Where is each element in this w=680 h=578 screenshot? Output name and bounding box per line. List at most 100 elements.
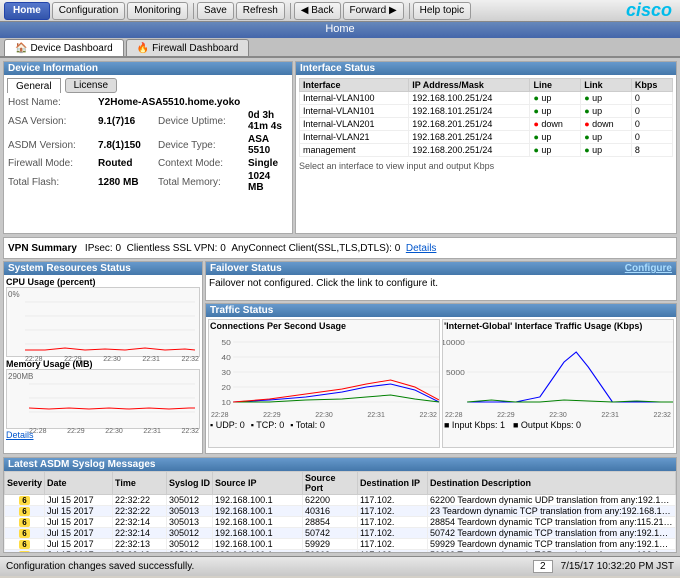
system-resources-title: System Resources Status xyxy=(4,262,202,275)
vpn-title: VPN Summary xyxy=(8,243,77,254)
syslog-panel: Latest ASDM Syslog Messages Severity Dat… xyxy=(3,457,677,553)
context-mode-label: Context Mode: xyxy=(157,157,247,170)
device-info-panel: Device Information General License Host … xyxy=(3,61,293,234)
asdm-version-label: ASDM Version: xyxy=(7,133,97,157)
cisco-logo: cisco xyxy=(626,0,676,21)
total-label: ▪ Total: 0 xyxy=(290,420,325,430)
col-syslog-id: Syslog ID xyxy=(167,472,213,495)
col-date: Date xyxy=(45,472,113,495)
save-button[interactable]: Save xyxy=(197,2,234,20)
col-dst-ip: Destination IP xyxy=(358,472,428,495)
col-link: Link xyxy=(581,79,632,92)
help-button[interactable]: Help topic xyxy=(413,2,471,20)
asa-version-value: 9.1(7)16 xyxy=(97,109,157,133)
context-mode-value: Single xyxy=(247,157,289,170)
failover-panel: Failover Status Configure Failover not c… xyxy=(205,261,677,301)
interface-row[interactable]: Internal-VLAN101 192.168.101.251/24 ● up… xyxy=(300,105,673,118)
svg-text:5000: 5000 xyxy=(446,369,466,377)
syslog-row[interactable]: 6 Jul 15 2017 22:32:22 305012 192.168.10… xyxy=(5,495,676,506)
traffic-title: Traffic Status xyxy=(206,304,676,317)
cpu-time-3: 22:30 xyxy=(103,356,121,363)
license-tab[interactable]: License xyxy=(65,78,117,93)
tab-firewall-dashboard[interactable]: 🔥 Firewall Dashboard xyxy=(126,39,250,56)
home-button[interactable]: Home xyxy=(4,2,50,20)
cpu-title: CPU Usage (percent) xyxy=(6,277,200,287)
total-flash-label: Total Flash: xyxy=(7,170,97,194)
firewall-mode-label: Firewall Mode: xyxy=(7,157,97,170)
total-flash-value: 1280 MB xyxy=(97,170,157,194)
ssl-label: Clientless SSL VPN: xyxy=(127,243,218,254)
conn-title: Connections Per Second Usage xyxy=(209,320,439,332)
intf-traffic-title: 'Internet-Global' Interface Traffic Usag… xyxy=(443,320,673,332)
device-type-label: Device Type: xyxy=(157,133,247,157)
tcp-label: ▪ TCP: 0 xyxy=(251,420,285,430)
uptime-label: Device Uptime: xyxy=(157,109,247,133)
syslog-title: Latest ASDM Syslog Messages xyxy=(4,458,676,471)
forward-button[interactable]: Forward ▶ xyxy=(343,2,404,20)
col-interface: Interface xyxy=(300,79,409,92)
svg-text:40: 40 xyxy=(221,354,231,362)
udp-label: ▪ UDP: 0 xyxy=(210,420,245,430)
mem-value: 290MB xyxy=(8,372,33,381)
ssl-value: 0 xyxy=(220,243,226,254)
svg-text:50: 50 xyxy=(221,339,231,347)
any-value: 0 xyxy=(395,243,401,254)
total-memory-label: Total Memory: xyxy=(157,170,247,194)
col-ip: IP Address/Mask xyxy=(409,79,530,92)
syslog-row[interactable]: 6 Jul 15 2017 22:32:22 305013 192.168.10… xyxy=(5,506,676,517)
interface-hint: Select an interface to view input and ou… xyxy=(299,161,673,171)
hostname-value: Y2Home-ASA5510.home.yoko xyxy=(97,96,289,109)
output-kbps-label: ■ Output Kbps: 0 xyxy=(513,420,581,430)
col-time: Time xyxy=(113,472,167,495)
home-icon: 🏠 xyxy=(15,43,27,54)
svg-text:20: 20 xyxy=(221,384,231,392)
system-resources-panel: System Resources Status CPU Usage (perce… xyxy=(3,261,203,454)
asdm-version-value: 7.8(1)150 xyxy=(97,133,157,157)
ipv6-label: IPsec: xyxy=(85,243,113,254)
statusbar: Configuration changes saved successfully… xyxy=(0,556,680,576)
ipv6-value: 0 xyxy=(116,243,122,254)
interface-table: Interface IP Address/Mask Line Link Kbps… xyxy=(299,78,673,157)
details-link[interactable]: Details xyxy=(406,243,437,254)
cpu-time-4: 22:31 xyxy=(142,356,160,363)
traffic-status-panel: Traffic Status Connections Per Second Us… xyxy=(205,303,677,454)
interface-status-panel: Interface Status Interface IP Address/Ma… xyxy=(295,61,677,234)
syslog-row[interactable]: 6 Jul 15 2017 22:32:14 305013 192.168.10… xyxy=(5,517,676,528)
firewall-icon: 🔥 xyxy=(137,43,149,54)
svg-text:30: 30 xyxy=(221,369,231,377)
any-label: AnyConnect Client(SSL,TLS,DTLS): xyxy=(231,243,392,254)
total-memory-value: 1024 MB xyxy=(247,170,289,194)
col-line: Line xyxy=(530,79,581,92)
monitoring-button[interactable]: Monitoring xyxy=(127,2,188,20)
svg-text:10: 10 xyxy=(221,399,231,407)
configure-link[interactable]: Configure xyxy=(625,263,672,274)
device-type-value: ASA 5510 xyxy=(247,133,289,157)
tab-device-dashboard[interactable]: 🏠 Device Dashboard xyxy=(4,39,124,56)
syslog-row[interactable]: 6 Jul 15 2017 22:32:14 305012 192.168.10… xyxy=(5,528,676,539)
back-button[interactable]: ◀ Back xyxy=(294,2,341,20)
col-source-ip: Source IP xyxy=(213,472,303,495)
datetime: 7/15/17 10:32:20 PM JST xyxy=(561,561,674,572)
hostname-label: Host Name: xyxy=(7,96,97,109)
cpu-time-2: 22:29 xyxy=(64,356,82,363)
interface-row[interactable]: Internal-VLAN201 192.168.201.251/24 ● do… xyxy=(300,118,673,131)
svg-text:10000: 10000 xyxy=(443,339,466,347)
interface-row[interactable]: Internal-VLAN100 192.168.100.251/24 ● up… xyxy=(300,92,673,105)
vpn-summary-panel: VPN Summary IPsec: 0 Clientless SSL VPN:… xyxy=(3,237,677,259)
cpu-time-5: 22:32 xyxy=(181,356,199,363)
nav-title: Home xyxy=(0,22,680,38)
general-tab[interactable]: General xyxy=(7,78,61,93)
asa-version-label: ASA Version: xyxy=(7,109,97,133)
col-kbps: Kbps xyxy=(631,79,672,92)
syslog-table: Severity Date Time Syslog ID Source IP S… xyxy=(4,471,676,552)
failover-title: Failover Status xyxy=(210,263,282,274)
syslog-row[interactable]: 6 Jul 15 2017 22:32:13 305013 192.168.10… xyxy=(5,550,676,553)
interface-row[interactable]: management 192.168.200.251/24 ● up ● up … xyxy=(300,144,673,157)
col-dst: Destination Description xyxy=(428,472,676,495)
cpu-pct: 0% xyxy=(8,290,20,299)
refresh-button[interactable]: Refresh xyxy=(236,2,285,20)
col-severity: Severity xyxy=(5,472,45,495)
syslog-row[interactable]: 6 Jul 15 2017 22:32:13 305012 192.168.10… xyxy=(5,539,676,550)
configuration-button[interactable]: Configuration xyxy=(52,2,125,20)
interface-row[interactable]: Internal-VLAN21 192.168.201.251/24 ● up … xyxy=(300,131,673,144)
